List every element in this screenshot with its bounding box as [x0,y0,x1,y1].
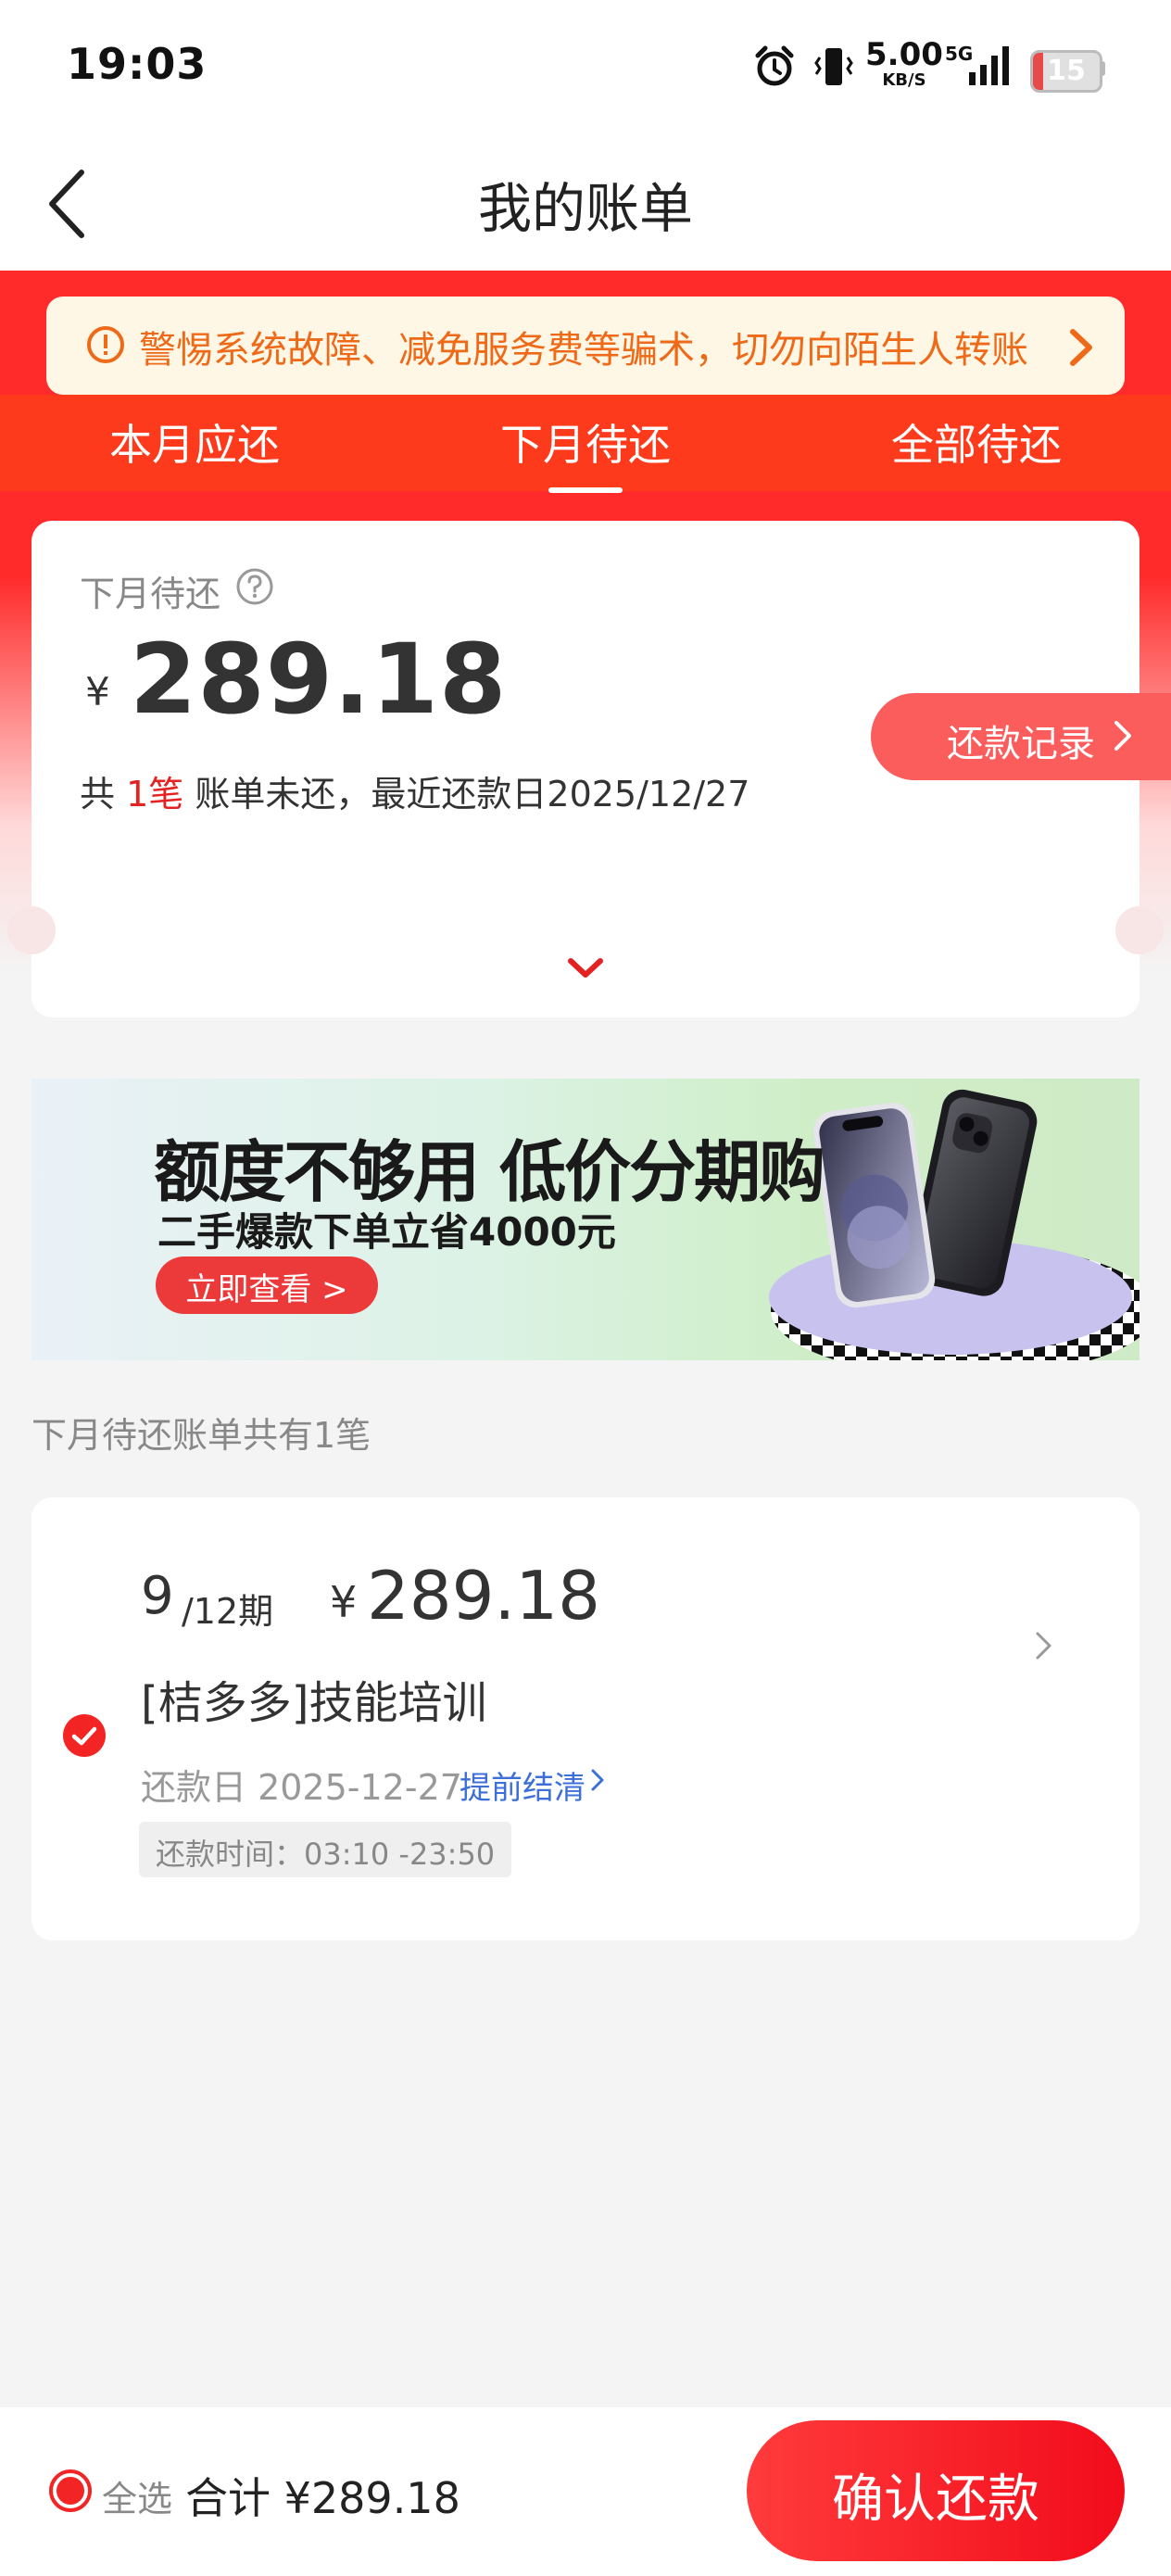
chevron-right-icon[interactable] [1065,326,1097,369]
alarm-icon [755,45,794,86]
bill-period-total: /12期 [182,1591,274,1632]
active-tab-indicator [548,487,623,493]
repayment-record-label[interactable]: 还款记录 [947,713,1095,767]
bill-list-caption: 下月待还账单共有1笔 [31,1415,371,1456]
bill-amount: 289.18 [367,1557,600,1635]
repayment-time-label: 还款时间：03:10 -23:50 [156,1837,496,1872]
card-notch-right [1115,906,1164,954]
select-all-radio-icon[interactable] [48,2469,93,2513]
bill-period-current: 9 [141,1566,174,1626]
confirm-repayment-label[interactable]: 确认还款 [747,2457,1125,2532]
tab-all-pending[interactable]: 全部待还 [782,411,1171,473]
tab-next-month[interactable]: 下月待还 [391,411,780,473]
total-amount: 合计 ¥289.18 [185,2473,460,2523]
summary-currency: ¥ [85,669,110,714]
tab-this-month[interactable]: 本月应还 [0,411,389,473]
bill-currency: ¥ [330,1577,358,1627]
bill-due-date: 还款日 2025-12-27 [141,1767,462,1808]
battery-icon: 15 [1030,50,1102,93]
banner-subtitle: 二手爆款下单立省4000元 [157,1209,616,1255]
card-notch-left [7,906,56,954]
early-payoff-link[interactable]: 提前结清 [460,1762,586,1808]
summary-amount: 289.18 [130,623,508,736]
network-speed: 5.00 KB/S [865,36,943,90]
checkbox-checked-icon[interactable] [61,1712,107,1759]
battery-tip [1100,61,1105,76]
summary-label: 下月待还 [80,574,221,614]
signal-icon [969,46,1009,85]
chevron-right-icon[interactable] [1112,717,1134,754]
chevron-right-icon[interactable] [1034,1629,1054,1662]
vibrate-icon [814,48,853,85]
page-title: 我的账单 [477,177,693,240]
warning-icon [87,326,124,363]
chevron-down-icon[interactable] [565,954,606,982]
notice-text: 警惕系统故障、减免服务费等骗术，切勿向陌生人转账 [139,329,1028,372]
bill-count: 1笔 [126,774,184,814]
status-time: 19:03 [67,39,208,89]
chevron-right-icon[interactable] [589,1766,606,1794]
select-all-label[interactable]: 全选 [102,2470,172,2521]
banner-view-label[interactable]: 立即查看 > [156,1264,378,1309]
summary-description: 共 1笔 账单未还，最近还款日2025/12/27 [80,774,750,814]
bill-name: [桔多多]技能培训 [141,1677,487,1729]
help-icon[interactable] [235,567,274,606]
